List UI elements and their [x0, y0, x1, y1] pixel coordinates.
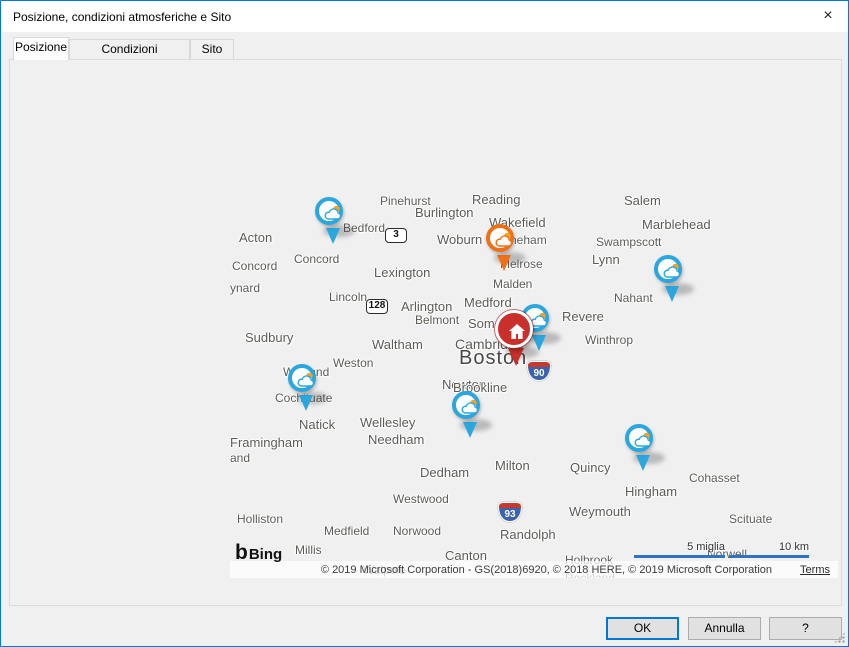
map-label: Needham: [368, 432, 425, 447]
map-label: Concord: [232, 259, 278, 273]
map-attribution: © 2019 Microsoft Corporation - GS(2018)6…: [320, 564, 772, 576]
scale-miles-label: 5 miglia: [687, 541, 725, 553]
map-label: Norwood: [393, 524, 442, 538]
map-label: Medford: [464, 295, 512, 310]
home-icon: [495, 310, 533, 348]
map-label: Framingham: [230, 435, 303, 450]
map-label: Salem: [624, 193, 661, 208]
project-location-pin[interactable]: [495, 310, 539, 366]
map-label: Lexington: [374, 265, 431, 280]
map-label: Weymouth: [569, 504, 631, 519]
map-label: Millis: [295, 543, 322, 557]
map-label: Weston: [333, 356, 374, 370]
map-label: Sudbury: [245, 330, 294, 345]
map-label: Hingham: [625, 484, 678, 499]
map-label: Medfield: [324, 524, 370, 538]
map-label: Marblehead: [642, 217, 711, 232]
dialog-title: Posizione, condizioni atmosferiche e Sit…: [13, 10, 232, 24]
map-label: Westwood: [393, 492, 449, 506]
map-label: Reading: [472, 192, 521, 207]
map-label: Revere: [562, 309, 604, 324]
weather-icon: [452, 391, 480, 419]
weather-icon: [315, 197, 343, 225]
bing-logo: bBing: [235, 541, 283, 564]
map-label: Woburn: [437, 232, 483, 247]
map-label: ynard: [230, 281, 261, 295]
cancel-button[interactable]: Annulla: [688, 617, 761, 640]
weather-icon: [625, 424, 653, 452]
map-label: Wellesley: [360, 415, 416, 430]
map-label: Holliston: [237, 512, 284, 526]
title-bar[interactable]: Posizione, condizioni atmosferiche e Sit…: [1, 1, 848, 32]
map-label: Dedham: [420, 465, 470, 480]
terms-link[interactable]: Terms: [800, 564, 830, 576]
weather-icon: [288, 364, 316, 392]
close-icon[interactable]: ×: [808, 1, 848, 32]
weather-icon: [486, 224, 514, 252]
map-label: Quincy: [570, 460, 611, 475]
map-label: Swampscott: [596, 235, 662, 249]
map-label: Waltham: [372, 337, 423, 352]
weather-station-pin[interactable]: [486, 224, 526, 280]
weather-station-pin[interactable]: [654, 255, 694, 311]
route-shield-icon: 128: [366, 299, 388, 314]
map-label: Lynn: [592, 252, 620, 267]
map-label: Winthrop: [585, 333, 634, 347]
map-label: Belmont: [415, 313, 460, 327]
weather-icon: [654, 255, 682, 283]
tab-posizione[interactable]: Posizione: [13, 37, 69, 60]
map-label: Nahant: [614, 291, 653, 305]
weather-station-pin[interactable]: [625, 424, 665, 480]
scale-bar-miles: [634, 555, 725, 558]
scale-km-label: 10 km: [779, 541, 809, 553]
map-label: Randolph: [500, 527, 556, 542]
map-label: Cohasset: [689, 471, 740, 485]
map-label: Lincoln: [329, 290, 368, 304]
map-label: Milton: [495, 458, 530, 473]
map-label: Acton: [239, 230, 273, 245]
weather-station-pin[interactable]: [452, 391, 492, 447]
scale-bar-km: [729, 555, 809, 558]
map-label: Burlington: [415, 205, 474, 220]
weather-station-pin[interactable]: [315, 197, 355, 253]
tab-condizioni-atmosferiche[interactable]: Condizioni atmosferiche: [69, 39, 190, 75]
map-label: Arlington: [401, 299, 453, 314]
map-label: and: [230, 451, 251, 465]
location-weather-site-dialog: Posizione, condizioni atmosferiche e Sit…: [0, 0, 849, 647]
weather-station-pin[interactable]: [288, 364, 328, 420]
tab-sito[interactable]: Sito: [190, 39, 234, 60]
map-label: Scituate: [729, 512, 773, 526]
help-button[interactable]: ?: [769, 617, 842, 640]
map-label: Concord: [294, 252, 340, 266]
route-shield-icon: 3: [385, 228, 407, 243]
ok-button[interactable]: OK: [606, 617, 679, 640]
